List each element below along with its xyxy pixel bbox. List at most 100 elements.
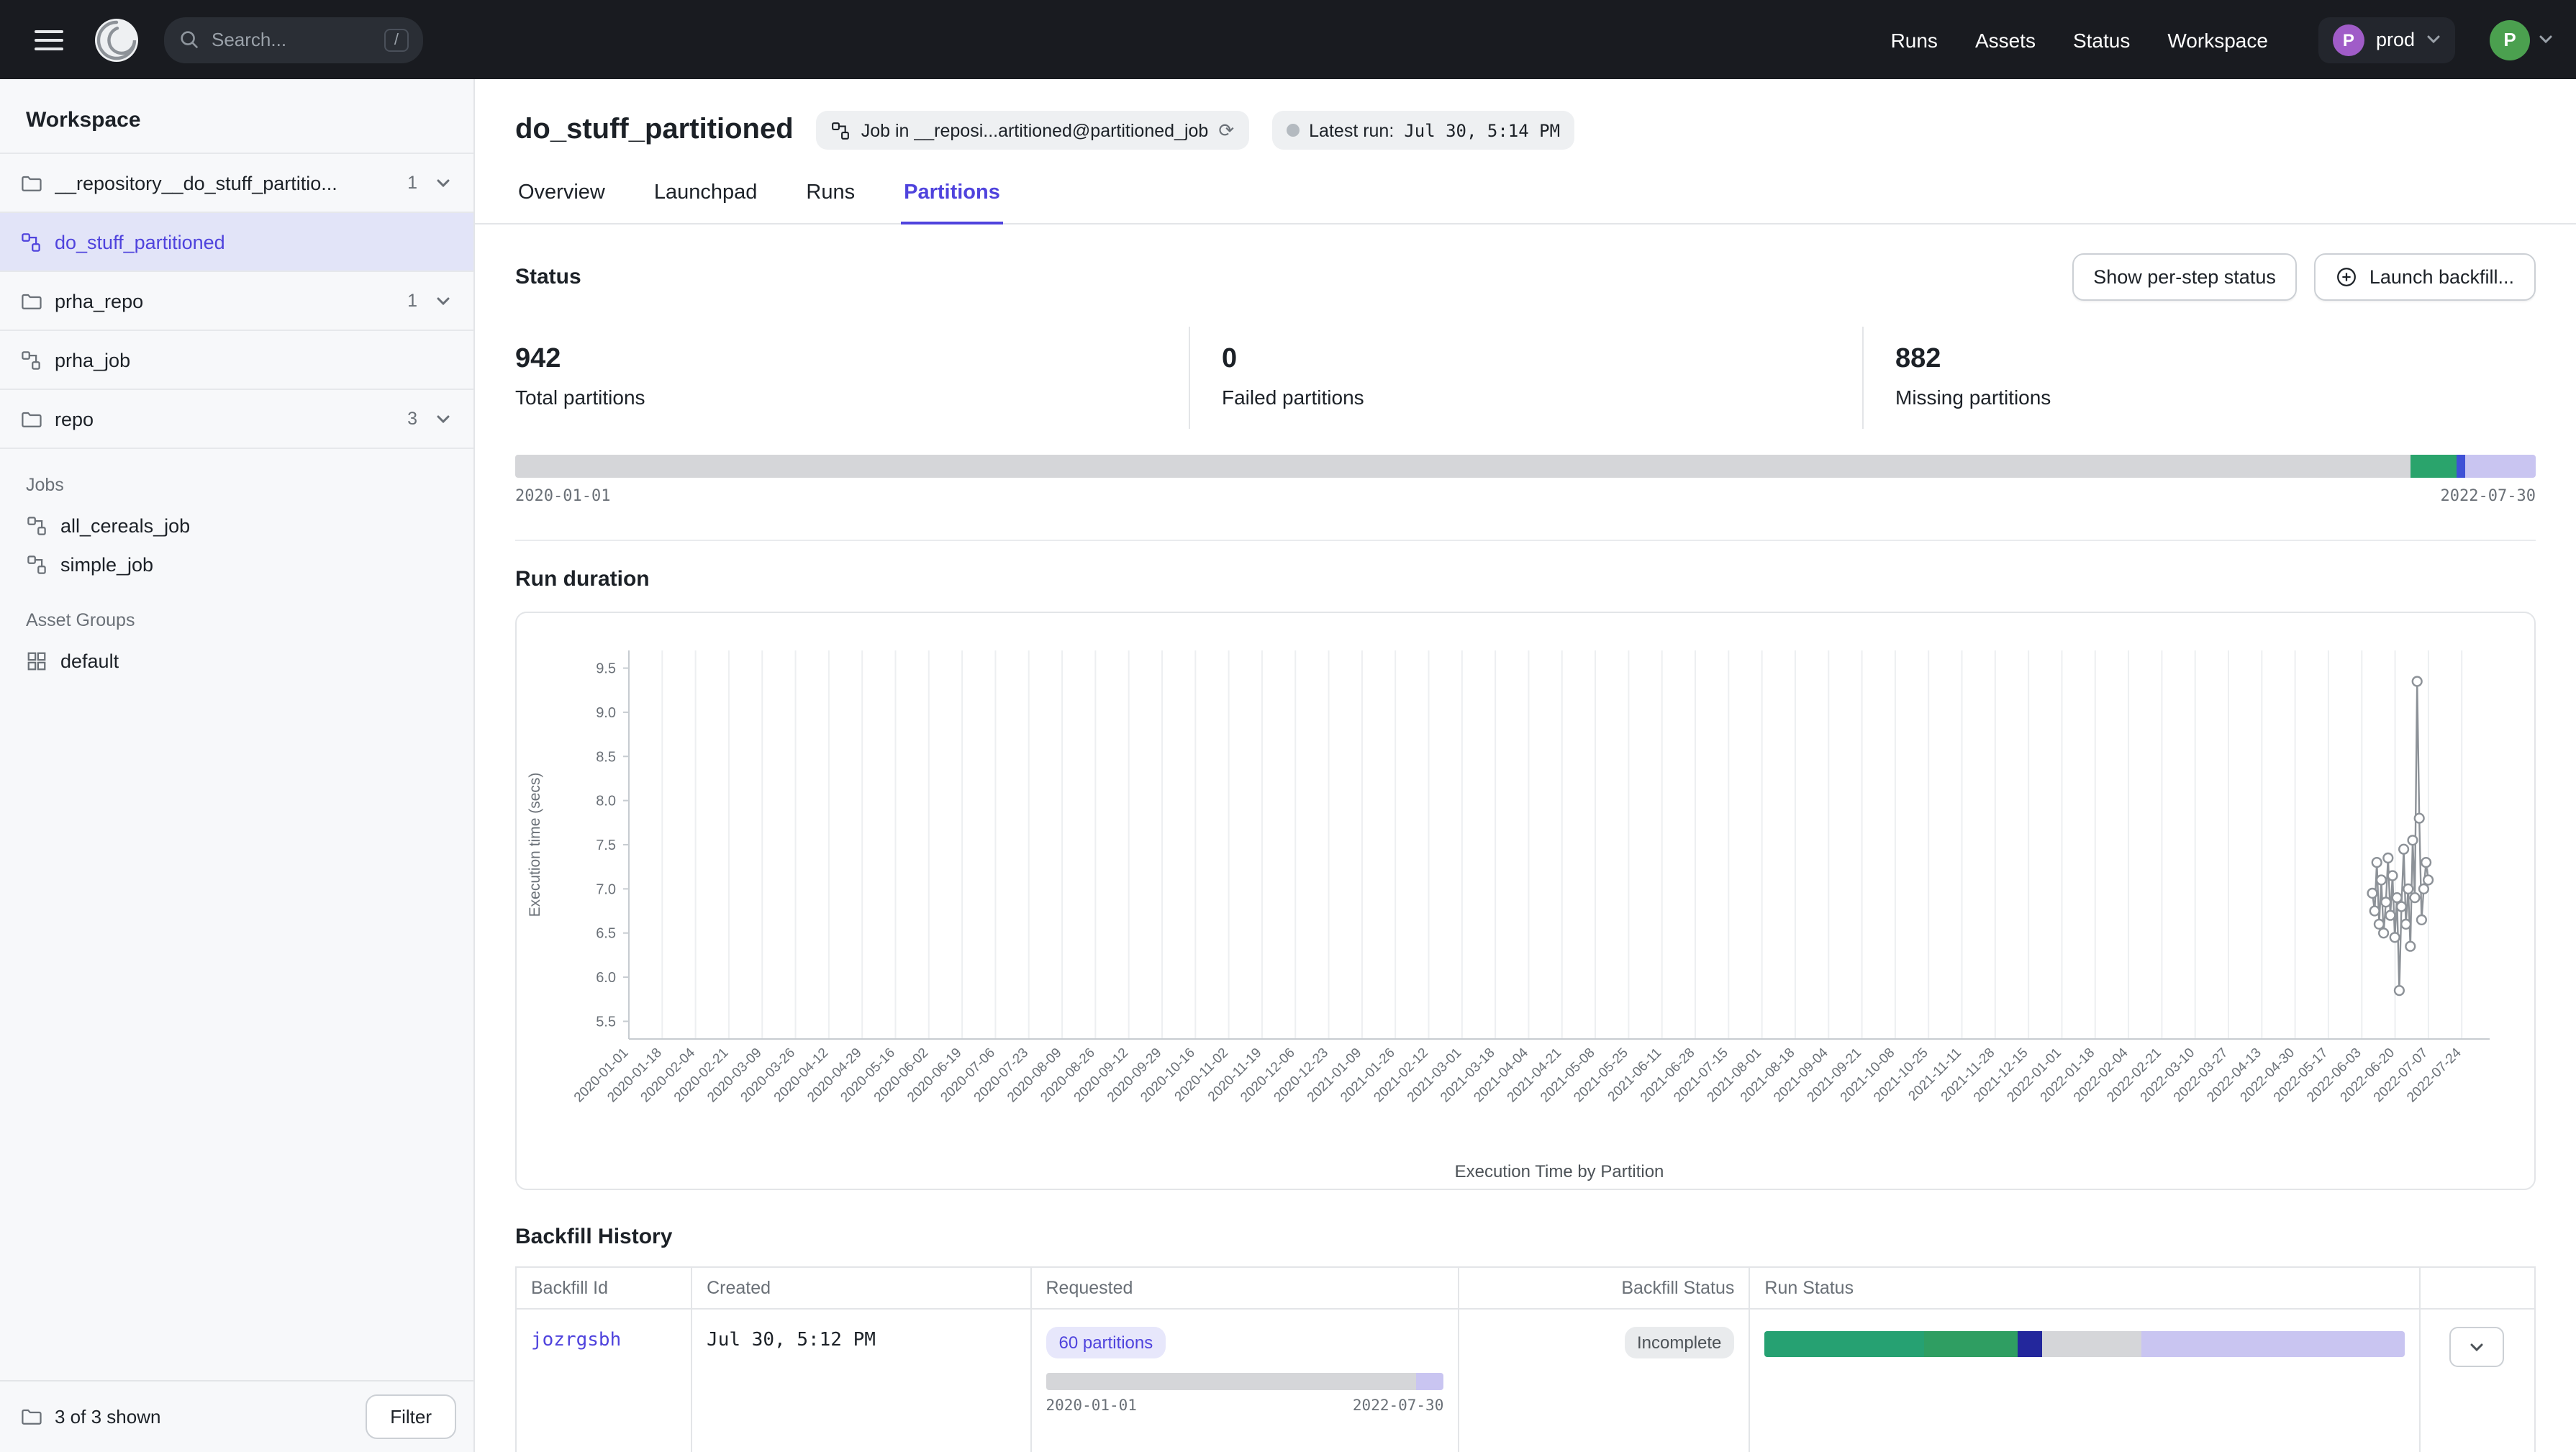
search-input[interactable]: Search... / [164,17,423,63]
sidebar-item-label: do_stuff_partitioned [55,231,225,253]
run-duration-heading: Run duration [515,567,2536,591]
bar-segment [2018,1331,2042,1357]
bar-segment [2465,455,2536,478]
requested-bar-labels: 2020-01-012022-07-30 [1046,1397,1444,1415]
stat-label: Failed partitions [1222,386,1831,409]
search-shortcut-key: / [384,28,409,51]
user-menu[interactable]: P [2490,19,2553,60]
backfill-table: Backfill IdCreatedRequestedBackfill Stat… [515,1266,2536,1452]
search-placeholder: Search... [212,29,286,50]
deployment-switcher[interactable]: P prod [2318,17,2455,63]
status-actions: Show per-step status Launch backfill... [2072,253,2536,301]
stat-value: 882 [1895,344,2504,376]
folder-icon [20,408,42,430]
job-icon [831,120,851,140]
tab-bar: Overview Launchpad Runs Partitions [475,181,2576,224]
sidebar-item-all-cereals-job[interactable]: all_cereals_job [0,507,473,545]
sidebar-item-simple-job[interactable]: simple_job [0,545,473,584]
topbar-nav: Runs Assets Status Workspace [1872,28,2287,51]
svg-text:9.0: 9.0 [596,705,616,721]
refresh-icon[interactable]: ⟳ [1218,121,1234,140]
column-header-backfill-id: Backfill Id [516,1267,691,1309]
svg-text:Execution time (secs): Execution time (secs) [527,773,543,917]
tab-launchpad[interactable]: Launchpad [651,181,761,223]
job-icon [26,515,47,537]
repo-list: __repository__do_stuff_partitio...1 do_st… [0,153,473,449]
show-per-step-status-button[interactable]: Show per-step status [2072,253,2298,301]
stat-value: 0 [1222,344,1831,376]
partition-status-bar[interactable] [515,455,2536,478]
backfill-history-section: Backfill History Backfill IdCreatedReque… [515,1225,2536,1452]
nav-runs[interactable]: Runs [1891,28,1938,51]
tab-runs[interactable]: Runs [803,181,858,223]
backfill-id-link[interactable]: jozrgsbh [531,1330,621,1351]
sidebar-item-prha-job[interactable]: prha_job [0,331,473,390]
deployment-label: prod [2376,29,2415,50]
backfill-status-badge: Incomplete [1624,1327,1734,1358]
sidebar-item-repository-do-stuff-partitio[interactable]: __repository__do_stuff_partitio...1 [0,154,473,213]
cell-created: Jul 30, 5:12 PM [691,1309,1030,1452]
job-icon [20,231,42,253]
sidebar-item-default[interactable]: default [0,642,473,681]
svg-text:9.5: 9.5 [596,661,616,677]
requested-end-date: 2022-07-30 [1353,1397,1443,1415]
button-label: Show per-step status [2093,266,2276,288]
bar-segment [1046,1373,1416,1390]
bar-segment [2411,455,2457,478]
requested-partitions-chip[interactable]: 60 partitions [1046,1327,1166,1358]
cell-backfill-status: Incomplete [1459,1309,1749,1452]
requested-partition-bar [1046,1373,1444,1390]
cell-expand [2420,1309,2535,1452]
sidebar-item-label: default [60,650,119,672]
page-header: do_stuff_partitioned Job in __reposi...a… [475,79,2576,150]
user-avatar: P [2490,19,2530,60]
plus-circle-icon [2336,266,2358,288]
chevron-down-icon[interactable] [430,172,456,194]
nav-assets[interactable]: Assets [1975,28,2036,51]
status-dot-icon [1286,124,1299,137]
run-status-bar[interactable] [1764,1331,2405,1357]
cell-run-status [1749,1309,2420,1452]
nav-status[interactable]: Status [2073,28,2130,51]
run-duration-chart: 2020-01-012020-01-182020-02-042020-02-21… [517,613,2533,1189]
tab-partitions[interactable]: Partitions [901,181,1003,224]
expand-row-button[interactable] [2450,1327,2505,1367]
sidebar-item-label: prha_job [55,349,130,371]
asset-group-icon [26,650,47,672]
main-content: Status Show per-step statusLaunch backfi… [475,224,2576,1452]
chevron-down-icon[interactable] [430,408,456,430]
folder-icon [20,1406,42,1428]
bar-segment [2457,455,2464,478]
button-label: Launch backfill... [2369,266,2514,288]
launch-backfill-button[interactable]: Launch backfill... [2315,253,2536,301]
repo-count-badge: 1 [407,173,417,193]
sidebar-item-do-stuff-partitioned[interactable]: do_stuff_partitioned [0,213,473,272]
section-label: Asset Groups [0,610,473,630]
nav-workspace[interactable]: Workspace [2167,28,2268,51]
sidebar-title: Workspace [0,79,473,153]
sidebar-item-prha-repo[interactable]: prha_repo1 [0,272,473,331]
sidebar-sections: Jobsall_cereals_jobsimple_jobAsset Group… [0,449,473,681]
sidebar-item-label: simple_job [60,554,153,576]
column-header-expand [2420,1267,2535,1309]
stat-total-partitions: 942Total partitions [515,327,1189,429]
repo-count-badge: 1 [407,291,417,311]
app-shell: Workspace __repository__do_stuff_partiti… [0,79,2576,1452]
table-row: jozrgsbh Jul 30, 5:12 PM 60 partitions 2020… [516,1309,2535,1452]
job-origin-chip: Job in __reposi...artitioned@partitioned… [817,111,1248,150]
backfill-history-heading: Backfill History [515,1225,2536,1249]
main-panel: do_stuff_partitioned Job in __reposi...a… [475,79,2576,1452]
chevron-down-icon[interactable] [430,290,456,312]
dagster-logo[interactable] [92,15,141,64]
latest-run-time-link[interactable]: Jul 30, 5:14 PM [1404,120,1560,140]
hamburger-menu-icon[interactable] [23,15,75,64]
sidebar-item-label: all_cereals_job [60,515,190,537]
job-icon [20,349,42,371]
filter-button[interactable]: Filter [366,1394,456,1439]
backfill-table-body: jozrgsbh Jul 30, 5:12 PM 60 partitions 2020… [516,1309,2535,1452]
tab-overview[interactable]: Overview [515,181,608,223]
column-header-created: Created [691,1267,1030,1309]
bar-segment [1925,1331,2018,1357]
stat-failed-partitions: 0 Failed partitions [1189,327,1862,429]
sidebar-item-repo[interactable]: repo3 [0,390,473,449]
